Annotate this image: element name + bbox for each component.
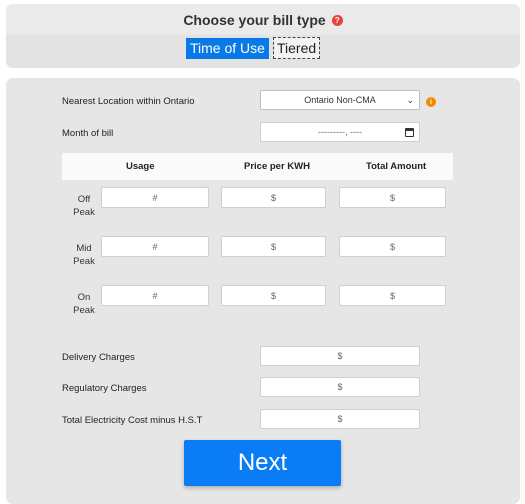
mid-peak-usage-input[interactable]: #: [101, 236, 209, 257]
bill-type-toggle: Time of Use Tiered: [6, 35, 520, 68]
delivery-label: Delivery Charges: [62, 352, 135, 363]
off-peak-price-input[interactable]: $: [221, 187, 326, 208]
chevron-down-icon: ⌄: [406, 95, 414, 105]
off-peak-usage-input[interactable]: #: [101, 187, 209, 208]
calendar-icon[interactable]: [405, 128, 414, 137]
on-peak-total-input[interactable]: $: [339, 285, 446, 306]
price-placeholder: $: [270, 241, 276, 252]
total-placeholder: $: [389, 290, 395, 301]
usage-placeholder: #: [152, 192, 158, 203]
usage-header: Usage: [126, 161, 155, 172]
total-placeholder: $: [389, 241, 395, 252]
usage-placeholder: #: [152, 290, 158, 301]
mid-peak-price-input[interactable]: $: [221, 236, 326, 257]
mid-peak-total-input[interactable]: $: [339, 236, 446, 257]
off-peak-total-input[interactable]: $: [339, 187, 446, 208]
total-placeholder: $: [389, 192, 395, 203]
price-placeholder: $: [270, 192, 276, 203]
time-of-use-button[interactable]: Time of Use: [186, 38, 269, 59]
usage-table-header: Usage Price per KWH Total Amount: [62, 153, 453, 180]
regulatory-input[interactable]: $: [260, 377, 420, 397]
off-peak-label: Off Peak: [73, 194, 95, 218]
bill-type-header: Choose your bill type ?: [6, 4, 520, 35]
delivery-placeholder: $: [337, 351, 343, 361]
price-header: Price per KWH: [244, 161, 310, 172]
regulatory-placeholder: $: [337, 382, 343, 392]
on-peak-price-input[interactable]: $: [221, 285, 326, 306]
location-select[interactable]: Ontario Non-CMA ⌄: [260, 90, 420, 110]
help-icon[interactable]: ?: [331, 15, 343, 26]
on-peak-label: On Peak: [73, 292, 95, 316]
info-icon[interactable]: i: [426, 97, 436, 107]
usage-placeholder: #: [152, 241, 158, 252]
month-placeholder: ---------, ----: [318, 127, 362, 137]
month-input[interactable]: ---------, ----: [260, 122, 420, 142]
location-label: Nearest Location within Ontario: [62, 96, 195, 107]
mid-peak-label: Mid Peak: [73, 243, 95, 267]
total-cost-label: Total Electricity Cost minus H.S.T: [62, 415, 203, 426]
month-label: Month of bill: [62, 128, 114, 139]
total-cost-placeholder: $: [337, 414, 343, 424]
total-header: Total Amount: [366, 161, 427, 172]
next-button[interactable]: Next: [184, 440, 341, 486]
tiered-button[interactable]: Tiered: [273, 37, 321, 59]
total-cost-input[interactable]: $: [260, 409, 420, 429]
delivery-input[interactable]: $: [260, 346, 420, 366]
on-peak-usage-input[interactable]: #: [101, 285, 209, 306]
bill-form-card: Nearest Location within Ontario Ontario …: [6, 78, 520, 504]
price-placeholder: $: [270, 290, 276, 301]
bill-type-card: Choose your bill type ? Time of Use Tier…: [6, 4, 520, 68]
regulatory-label: Regulatory Charges: [62, 383, 147, 394]
location-select-value: Ontario Non-CMA: [304, 95, 376, 105]
bill-type-title: Choose your bill type: [183, 11, 326, 28]
